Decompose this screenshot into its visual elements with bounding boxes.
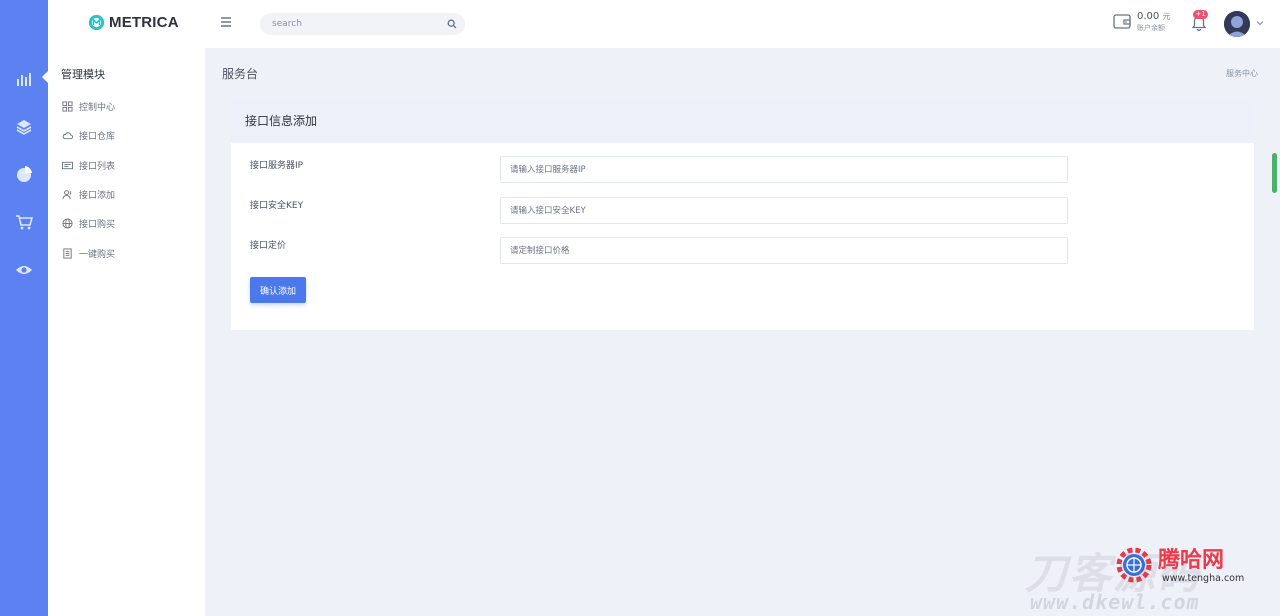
list-card-icon [61, 159, 73, 171]
card-header: 接口信息添加 [231, 98, 1254, 143]
sidebar-item-api-add[interactable]: 接口添加 [61, 180, 115, 209]
account-balance[interactable]: 0.00 元 账户余额 [1137, 11, 1170, 33]
sidebar-item-api-list[interactable]: 接口列表 [61, 151, 115, 180]
server-ip-label: 接口服务器IP [250, 161, 304, 171]
layers-icon[interactable] [14, 117, 34, 137]
cloud-icon [61, 130, 73, 142]
users-icon [61, 189, 73, 201]
watermark: 刀客源码 www.dkewl.com 腾哈网 www.tengha.com [1025, 540, 1275, 616]
price-label: 接口定价 [250, 241, 287, 251]
sidebar-item-label: 一键购买 [79, 249, 116, 260]
card-title: 接口信息添加 [245, 114, 318, 128]
wallet-icon[interactable] [1113, 13, 1131, 29]
breadcrumb[interactable]: 服务中心 [1226, 68, 1258, 79]
search-icon[interactable] [447, 19, 457, 29]
price-input[interactable] [500, 237, 1068, 264]
sidebar-item-label: 接口购买 [79, 220, 116, 231]
grid-icon [61, 101, 73, 113]
eye-icon[interactable] [14, 260, 34, 280]
sidebar-item-api-buy[interactable]: 接口购买 [61, 209, 115, 238]
watermark-gear-icon [1116, 547, 1152, 583]
topbar: 0.00 元 账户余额 +1 [205, 0, 1280, 48]
watermark-url-secondary: www.dkewl.com [1030, 590, 1200, 614]
pie-chart-icon[interactable] [14, 164, 34, 184]
balance-unit: 元 [1162, 12, 1171, 21]
logo[interactable]: METRICA [88, 14, 179, 31]
sidebar-item-control-center[interactable]: 控制中心 [61, 92, 115, 121]
logo-icon [88, 14, 105, 31]
hamburger-menu-icon[interactable] [220, 16, 232, 28]
scrollbar-thumb[interactable] [1272, 153, 1277, 193]
search-box [260, 13, 465, 35]
notification-badge: +1 [1193, 10, 1208, 19]
logo-text: METRICA [109, 14, 179, 31]
globe-icon [61, 218, 73, 230]
cart-icon[interactable] [14, 212, 34, 232]
sidebar-section-title: 管理模块 [61, 68, 105, 81]
api-add-card: 接口信息添加 接口服务器IP 接口安全KEY 接口定价 确认添加 [231, 98, 1254, 330]
sidebar-item-api-warehouse[interactable]: 接口仓库 [61, 121, 115, 150]
watermark-url: www.tengha.com [1162, 573, 1245, 584]
confirm-add-button[interactable]: 确认添加 [250, 277, 306, 303]
sidebar-item-label: 接口添加 [79, 191, 116, 202]
page-title: 服务台 [222, 67, 259, 81]
bar-chart-icon[interactable] [14, 69, 34, 89]
watermark-brand: 腾哈网 [1158, 548, 1225, 573]
balance-label: 账户余额 [1137, 24, 1165, 32]
search-input[interactable] [272, 13, 442, 35]
document-icon [61, 247, 73, 259]
sidebar-item-one-click-buy[interactable]: 一键购买 [61, 238, 115, 267]
server-ip-input[interactable] [500, 156, 1068, 183]
security-key-label: 接口安全KEY [250, 201, 304, 211]
avatar[interactable] [1224, 11, 1250, 37]
sidebar-item-label: 控制中心 [79, 103, 116, 114]
sidebar-menu: 控制中心 接口仓库 接口列表 接口添加 接口购买 一键购买 [61, 92, 115, 268]
sidebar-item-label: 接口仓库 [79, 132, 116, 143]
balance-amount: 0.00 [1137, 11, 1160, 22]
sidebar-item-label: 接口列表 [79, 161, 116, 172]
sidebar: METRICA 管理模块 控制中心 接口仓库 接口列表 接口添加 接口购买 一键… [48, 0, 205, 616]
avatar-image [1224, 11, 1250, 37]
security-key-input[interactable] [500, 197, 1068, 224]
icon-rail [0, 0, 49, 616]
chevron-down-icon[interactable] [1256, 20, 1264, 26]
